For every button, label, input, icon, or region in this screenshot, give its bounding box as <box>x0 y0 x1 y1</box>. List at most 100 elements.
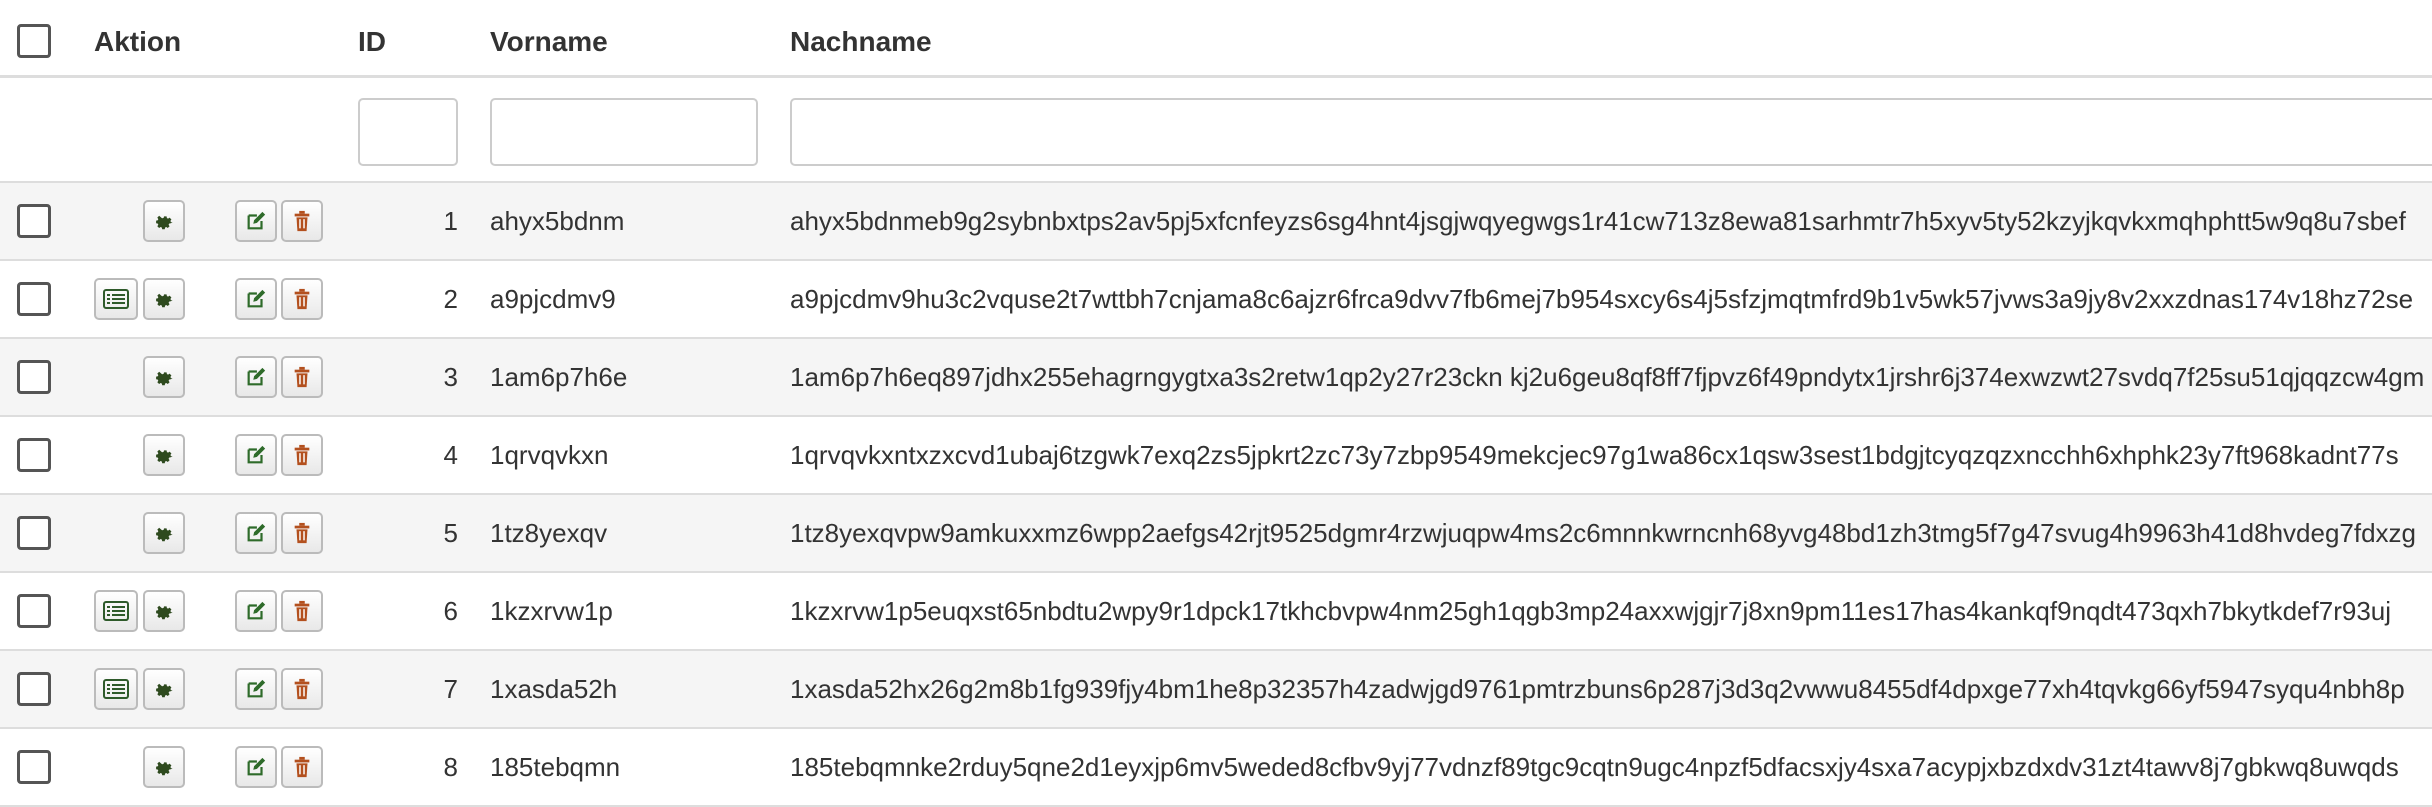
list-icon <box>103 601 129 621</box>
cell-id: 2 <box>443 284 458 314</box>
cell-id: 7 <box>443 674 458 704</box>
row-select-checkbox[interactable] <box>17 282 51 316</box>
edit-icon <box>245 522 267 544</box>
cell-id: 1 <box>443 206 458 236</box>
gear-icon <box>153 522 175 544</box>
edit-icon <box>245 210 267 232</box>
edit-button[interactable] <box>235 278 277 320</box>
gear-icon <box>153 366 175 388</box>
table-row[interactable]: 7 1xasda52h 1xasda52hx26g2m8b1fg939fjy4bm1… <box>0 651 2432 729</box>
trash-icon <box>292 756 312 778</box>
edit-button[interactable] <box>235 512 277 554</box>
gear-icon <box>153 600 175 622</box>
row-select-checkbox[interactable] <box>17 594 51 628</box>
trash-icon <box>292 288 312 310</box>
row-select-checkbox[interactable] <box>17 204 51 238</box>
edit-button[interactable] <box>235 590 277 632</box>
trash-icon <box>292 600 312 622</box>
cell-nachname: 1am6p7h6eq897jdhx255ehagrngygtxa3s2retw1… <box>790 362 2425 392</box>
edit-button[interactable] <box>235 200 277 242</box>
settings-button[interactable] <box>143 278 185 320</box>
settings-button[interactable] <box>143 512 185 554</box>
list-icon <box>103 289 129 309</box>
table-row[interactable]: 2 a9pjcdmv9 a9pjcdmv9hu3c2vquse2t7wttbh7cn… <box>0 261 2432 339</box>
trash-icon <box>292 444 312 466</box>
row-select-checkbox[interactable] <box>17 750 51 784</box>
cell-vorname: a9pjcdmv9 <box>490 284 616 314</box>
cell-vorname: 1kzxrvw1p <box>490 596 613 626</box>
trash-icon <box>292 210 312 232</box>
table-row[interactable]: 6 1kzxrvw1p 1kzxrvw1p5euqxst65nbdtu2wpy9r1… <box>0 573 2432 651</box>
trash-icon <box>292 522 312 544</box>
table-row[interactable]: 5 1tz8yexqv 1tz8yexqvpw9amkuxxmz6wpp2aefgs… <box>0 495 2432 573</box>
table-row[interactable]: 8 185tebqmn 185tebqmnke2rduy5qne2d1eyxjp6m… <box>0 729 2432 807</box>
edit-button[interactable] <box>235 434 277 476</box>
cell-id: 4 <box>443 440 458 470</box>
gear-icon <box>153 678 175 700</box>
data-grid: Aktion ID Vorname Nachname 1 ahyx5bdnm ahy… <box>0 0 2432 807</box>
delete-button[interactable] <box>281 590 323 632</box>
delete-button[interactable] <box>281 746 323 788</box>
edit-button[interactable] <box>235 668 277 710</box>
cell-nachname: ahyx5bdnmeb9g2sybnbxtps2av5pj5xfcnfeyzs6… <box>790 206 2406 236</box>
delete-button[interactable] <box>281 278 323 320</box>
column-header-nachname[interactable]: Nachname <box>790 24 932 60</box>
edit-icon <box>245 756 267 778</box>
details-button[interactable] <box>94 590 138 632</box>
row-select-checkbox[interactable] <box>17 516 51 550</box>
edit-button[interactable] <box>235 356 277 398</box>
trash-icon <box>292 366 312 388</box>
vorname-filter-input[interactable] <box>490 98 758 166</box>
delete-button[interactable] <box>281 200 323 242</box>
settings-button[interactable] <box>143 590 185 632</box>
settings-button[interactable] <box>143 200 185 242</box>
cell-nachname: a9pjcdmv9hu3c2vquse2t7wttbh7cnjama8c6ajz… <box>790 284 2414 314</box>
select-all-checkbox[interactable] <box>17 24 51 58</box>
delete-button[interactable] <box>281 356 323 398</box>
column-header-aktion[interactable]: Aktion <box>94 24 181 60</box>
details-button[interactable] <box>94 278 138 320</box>
table-row[interactable]: 3 1am6p7h6e 1am6p7h6eq897jdhx255ehagrngygt… <box>0 339 2432 417</box>
edit-button[interactable] <box>235 746 277 788</box>
cell-vorname: 1tz8yexqv <box>490 518 608 548</box>
cell-id: 6 <box>443 596 458 626</box>
cell-vorname: 1am6p7h6e <box>490 362 628 392</box>
grid-header: Aktion ID Vorname Nachname <box>0 0 2432 78</box>
row-select-checkbox[interactable] <box>17 438 51 472</box>
column-header-vorname[interactable]: Vorname <box>490 24 608 60</box>
settings-button[interactable] <box>143 356 185 398</box>
delete-button[interactable] <box>281 668 323 710</box>
cell-nachname: 185tebqmnke2rduy5qne2d1eyxjp6mv5weded8cf… <box>790 752 2399 782</box>
cell-vorname: 1qrvqvkxn <box>490 440 609 470</box>
cell-vorname: 185tebqmn <box>490 752 621 782</box>
delete-button[interactable] <box>281 434 323 476</box>
cell-nachname: 1qrvqvkxntxzxcvd1ubaj6tzgwk7exq2zs5jpkrt… <box>790 440 2399 470</box>
cell-vorname: ahyx5bdnm <box>490 206 625 236</box>
row-select-checkbox[interactable] <box>17 672 51 706</box>
edit-icon <box>245 678 267 700</box>
filter-row <box>0 78 2432 183</box>
cell-nachname: 1tz8yexqvpw9amkuxxmz6wpp2aefgs42rjt9525d… <box>790 518 2417 548</box>
settings-button[interactable] <box>143 434 185 476</box>
edit-icon <box>245 366 267 388</box>
column-header-id[interactable]: ID <box>358 24 386 60</box>
details-button[interactable] <box>94 668 138 710</box>
delete-button[interactable] <box>281 512 323 554</box>
settings-button[interactable] <box>143 746 185 788</box>
cell-vorname: 1xasda52h <box>490 674 618 704</box>
id-filter-input[interactable] <box>358 98 458 166</box>
settings-button[interactable] <box>143 668 185 710</box>
table-row[interactable]: 4 1qrvqvkxn 1qrvqvkxntxzxcvd1ubaj6tzgwk7ex… <box>0 417 2432 495</box>
nachname-filter-input[interactable] <box>790 98 2432 166</box>
list-icon <box>103 679 129 699</box>
edit-icon <box>245 288 267 310</box>
gear-icon <box>153 288 175 310</box>
trash-icon <box>292 678 312 700</box>
cell-nachname: 1kzxrvw1p5euqxst65nbdtu2wpy9r1dpck17tkhc… <box>790 596 2392 626</box>
table-row[interactable]: 1 ahyx5bdnm ahyx5bdnmeb9g2sybnbxtps2av5pj5… <box>0 183 2432 261</box>
gear-icon <box>153 210 175 232</box>
row-select-checkbox[interactable] <box>17 360 51 394</box>
cell-nachname: 1xasda52hx26g2m8b1fg939fjy4bm1he8p32357h… <box>790 674 2405 704</box>
cell-id: 5 <box>443 518 458 548</box>
edit-icon <box>245 444 267 466</box>
